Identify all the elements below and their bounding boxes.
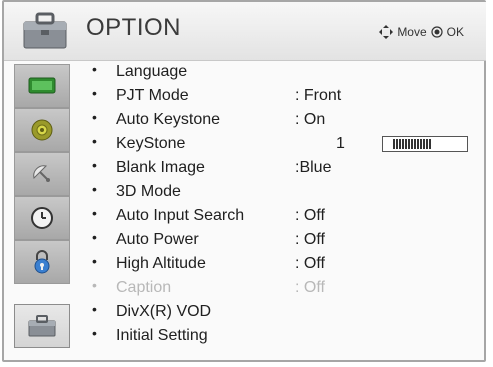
ok-button-icon [431, 26, 443, 38]
keystone-slider[interactable] [382, 136, 468, 152]
sidebar-item-picture[interactable] [14, 64, 70, 108]
sidebar-item-channel[interactable] [14, 152, 70, 196]
menu-item-label: Caption [116, 279, 172, 296]
menu-item-value: : Front [295, 87, 342, 104]
page-title: OPTION [86, 14, 182, 41]
option-icon [28, 315, 56, 337]
menu-item-label: PJT Mode [116, 87, 189, 104]
menu-item-initial-setting[interactable]: • Initial Setting [88, 325, 478, 348]
menu-item-language[interactable]: • Language [88, 61, 478, 84]
keystone-tick [429, 139, 431, 149]
keystone-tick [411, 139, 413, 149]
keystone-tick [414, 139, 416, 149]
audio-icon [31, 119, 53, 141]
move-arrows-icon [379, 25, 394, 39]
toolbox-icon [23, 12, 67, 49]
navigation-hint: Move OK [379, 25, 464, 39]
menu-item-value: :Blue [295, 159, 332, 176]
menu-item-label: KeyStone [116, 135, 186, 152]
ok-hint-label: OK [446, 25, 464, 39]
menu-item-value: : Off [295, 231, 325, 248]
menu-item-label: High Altitude [116, 255, 206, 272]
menu-item-auto-input-search[interactable]: • Auto Input Search : Off [88, 205, 478, 228]
category-sidebar [14, 64, 70, 359]
lock-icon [34, 250, 50, 274]
menu-item-value: : Off [295, 279, 325, 296]
menu-item-pjt-mode[interactable]: • PJT Mode : Front [88, 85, 478, 108]
keystone-tick [408, 139, 410, 149]
menu-item-label: Auto Keystone [116, 111, 221, 128]
menu-item-high-altitude[interactable]: • High Altitude : Off [88, 253, 478, 276]
menu-item-keystone[interactable]: • KeyStone 1 [88, 133, 478, 156]
menu-item-value: : Off [295, 255, 325, 272]
menu-item-auto-power[interactable]: • Auto Power : Off [88, 229, 478, 252]
menu-header: OPTION Move OK [4, 2, 486, 61]
menu-item-label: Auto Power [116, 231, 199, 248]
satellite-icon [33, 165, 50, 182]
menu-item-blank-image[interactable]: • Blank Image :Blue [88, 157, 478, 180]
keystone-tick [420, 139, 422, 149]
sidebar-item-audio[interactable] [14, 108, 70, 152]
keystone-value: 1 [336, 135, 345, 152]
sidebar-item-option[interactable] [14, 304, 70, 348]
move-hint-label: Move [397, 25, 427, 39]
menu-item-label: Language [116, 63, 188, 80]
menu-item-value: : On [295, 111, 326, 128]
menu-item-label: Blank Image [116, 159, 205, 176]
clock-icon [31, 207, 53, 229]
menu-item-divx-vod[interactable]: • DivX(R) VOD [88, 301, 478, 324]
keystone-tick [426, 139, 428, 149]
keystone-tick [423, 139, 425, 149]
menu-item-3d-mode[interactable]: • 3D Mode [88, 181, 478, 204]
keystone-tick [402, 139, 404, 149]
menu-item-caption: • Caption : Off [92, 277, 325, 296]
keystone-tick [399, 139, 401, 149]
sidebar-item-lock[interactable] [14, 240, 70, 284]
keystone-tick [396, 139, 398, 149]
picture-icon [28, 77, 56, 94]
menu-item-label: Auto Input Search [116, 207, 245, 224]
menu-item-label: DivX(R) VOD [116, 303, 212, 320]
menu-item-value: : Off [295, 207, 325, 224]
menu-item-label: 3D Mode [116, 183, 181, 200]
menu-item-auto-keystone[interactable]: • Auto Keystone : On [88, 109, 478, 132]
keystone-tick [417, 139, 419, 149]
sidebar-item-time[interactable] [14, 196, 70, 240]
keystone-tick [393, 139, 395, 149]
keystone-tick [405, 139, 407, 149]
menu-item-label: Initial Setting [116, 327, 208, 344]
